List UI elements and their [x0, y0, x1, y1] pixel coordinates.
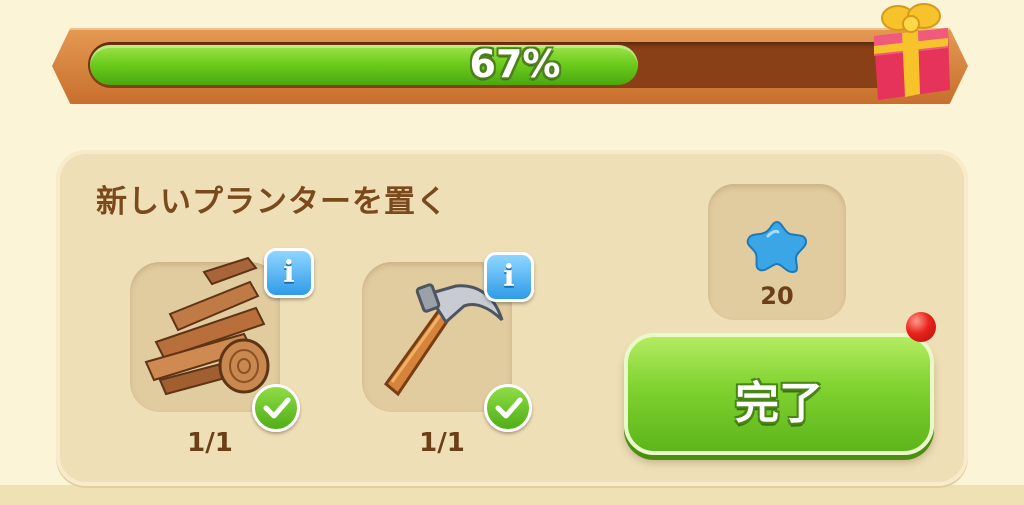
info-button-wood[interactable]: i [264, 248, 314, 298]
task-title: 新しいプランターを置く [96, 184, 448, 220]
item-count-wood: 1/1 [187, 428, 233, 458]
item-count-hammer: 1/1 [419, 428, 465, 458]
check-badge-hammer [484, 384, 532, 432]
checkmark-icon [263, 397, 291, 419]
wood-planks-icon [144, 256, 270, 396]
check-badge-wood [252, 384, 300, 432]
progress-percent-label: 67% [469, 42, 561, 86]
gift-box-icon[interactable] [862, 0, 962, 108]
info-icon: i [283, 255, 295, 290]
info-icon: i [503, 259, 515, 294]
reward-amount: 20 [760, 282, 794, 310]
info-button-hammer[interactable]: i [484, 252, 534, 302]
complete-button[interactable]: 完了 [624, 333, 934, 455]
checkmark-icon [495, 397, 523, 419]
notification-dot [906, 312, 936, 342]
complete-button-label: 完了 [735, 378, 823, 429]
blue-star-gem-icon [746, 220, 808, 274]
bottom-strip [0, 485, 1024, 505]
